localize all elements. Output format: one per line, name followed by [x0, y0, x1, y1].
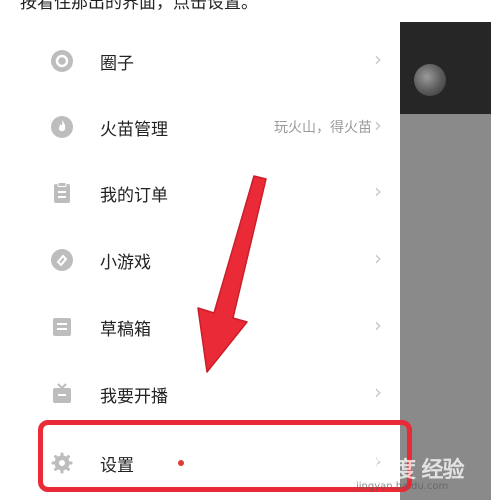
watermark-url: jingyan.baidu.com [356, 481, 449, 492]
annotation-arrow [197, 175, 267, 373]
baidu-watermark: Bai 百度 经验 [330, 458, 464, 483]
